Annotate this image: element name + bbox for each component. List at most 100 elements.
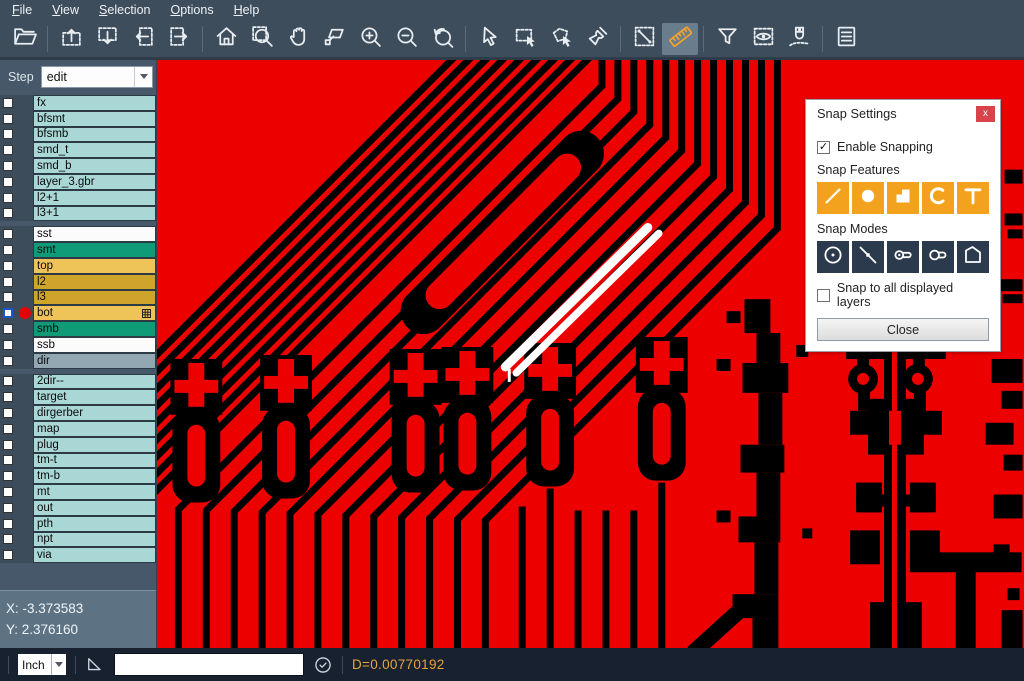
- layer-name[interactable]: dir: [33, 353, 156, 369]
- ruler-button[interactable]: [662, 23, 698, 55]
- layer-name[interactable]: bot: [33, 305, 156, 321]
- layer-name[interactable]: smd_b: [33, 158, 156, 174]
- layer-name[interactable]: smt: [33, 242, 156, 258]
- layer-row-dir[interactable]: dir: [0, 353, 156, 369]
- layer-name[interactable]: fx: [33, 95, 156, 111]
- angle-measure-icon[interactable]: [85, 655, 105, 675]
- layer-row-map[interactable]: map: [0, 421, 156, 437]
- layer-name[interactable]: target: [33, 389, 156, 405]
- layer-name[interactable]: tm-b: [33, 468, 156, 484]
- shift-view-left-button[interactable]: [125, 23, 161, 55]
- layer-name[interactable]: sst: [33, 226, 156, 242]
- layer-row-smd_b[interactable]: smd_b: [0, 158, 156, 174]
- layer-visibility-checkbox[interactable]: [3, 245, 13, 255]
- layer-row-2dir--[interactable]: 2dir--: [0, 374, 156, 390]
- layer-visibility-checkbox[interactable]: [3, 392, 13, 402]
- layer-visibility-checkbox[interactable]: [3, 440, 13, 450]
- layer-row-target[interactable]: target: [0, 389, 156, 405]
- layer-row-smt[interactable]: smt: [0, 242, 156, 258]
- layer-visibility-checkbox[interactable]: [3, 145, 13, 155]
- layer-name[interactable]: bfsmt: [33, 111, 156, 127]
- layer-visibility-checkbox[interactable]: [3, 455, 13, 465]
- layer-visibility-checkbox[interactable]: [3, 292, 13, 302]
- layer-name[interactable]: npt: [33, 532, 156, 548]
- filter-button[interactable]: [709, 23, 745, 55]
- snap-obround-button[interactable]: [887, 241, 919, 273]
- pan-hand-button[interactable]: [280, 23, 316, 55]
- layer-row-smd_t[interactable]: smd_t: [0, 142, 156, 158]
- layer-visibility-checkbox[interactable]: [3, 161, 13, 171]
- layer-name[interactable]: map: [33, 421, 156, 437]
- layer-visibility-checkbox[interactable]: [3, 534, 13, 544]
- layer-row-layer_3.gbr[interactable]: layer_3.gbr: [0, 174, 156, 190]
- layer-row-via[interactable]: via: [0, 547, 156, 563]
- snap-rounded-button[interactable]: [922, 241, 954, 273]
- layer-row-npt[interactable]: npt: [0, 532, 156, 548]
- layer-visibility-checkbox[interactable]: [3, 208, 13, 218]
- chevron-down-icon[interactable]: [51, 654, 66, 675]
- layer-visibility-checkbox[interactable]: [3, 424, 13, 434]
- layer-row-l2[interactable]: l2: [0, 274, 156, 290]
- layer-row-l3[interactable]: l3: [0, 290, 156, 306]
- snap-text-button[interactable]: [957, 182, 989, 214]
- close-button[interactable]: Close: [817, 318, 989, 341]
- confirm-check-icon[interactable]: [313, 655, 333, 675]
- layer-visibility-checkbox[interactable]: [3, 471, 13, 481]
- layer-name[interactable]: mt: [33, 484, 156, 500]
- snap-circle-button[interactable]: [852, 182, 884, 214]
- select-rectangle-button[interactable]: [507, 23, 543, 55]
- report-button[interactable]: [828, 23, 864, 55]
- cleanup-brush-button[interactable]: [579, 23, 615, 55]
- layer-visibility-checkbox[interactable]: [3, 193, 13, 203]
- layer-row-l3+1[interactable]: l3+1: [0, 206, 156, 222]
- layer-name[interactable]: plug: [33, 437, 156, 453]
- layer-row-smb[interactable]: smb: [0, 321, 156, 337]
- layer-row-fx[interactable]: fx: [0, 95, 156, 111]
- snap-polygon-button[interactable]: [957, 241, 989, 273]
- layer-visibility-checkbox[interactable]: [3, 129, 13, 139]
- layer-visibility-checkbox[interactable]: [3, 519, 13, 529]
- menu-options[interactable]: Options: [160, 3, 223, 17]
- enable-snapping-checkbox[interactable]: ✓: [817, 141, 830, 154]
- home-view-button[interactable]: [208, 23, 244, 55]
- menu-file[interactable]: File: [2, 3, 42, 17]
- layer-name[interactable]: out: [33, 500, 156, 516]
- snap-surface-button[interactable]: [887, 182, 919, 214]
- layer-name[interactable]: bfsmb: [33, 127, 156, 143]
- snap-center-button[interactable]: [817, 241, 849, 273]
- layer-row-top[interactable]: top: [0, 258, 156, 274]
- snap-line-button[interactable]: [817, 182, 849, 214]
- zoom-out-button[interactable]: [388, 23, 424, 55]
- layer-visibility-checkbox[interactable]: [3, 340, 13, 350]
- layer-name[interactable]: top: [33, 258, 156, 274]
- layer-visibility-checkbox[interactable]: [3, 308, 13, 318]
- layer-name[interactable]: l2+1: [33, 190, 156, 206]
- snap-arc-button[interactable]: [922, 182, 954, 214]
- layer-name[interactable]: layer_3.gbr: [33, 174, 156, 190]
- layer-visibility-checkbox[interactable]: [3, 229, 13, 239]
- layer-visibility-checkbox[interactable]: [3, 277, 13, 287]
- layer-visibility-checkbox[interactable]: [3, 503, 13, 513]
- layer-row-bfsmt[interactable]: bfsmt: [0, 111, 156, 127]
- layer-visibility-checkbox[interactable]: [3, 98, 13, 108]
- layer-row-bfsmb[interactable]: bfsmb: [0, 127, 156, 143]
- layer-visibility-checkbox[interactable]: [3, 177, 13, 187]
- layer-row-tm-t[interactable]: tm-t: [0, 453, 156, 469]
- all-layers-checkbox[interactable]: [817, 289, 830, 302]
- shift-view-right-button[interactable]: [161, 23, 197, 55]
- layer-visibility-checkbox[interactable]: [3, 356, 13, 366]
- dialog-titlebar[interactable]: Snap Settings x: [806, 100, 1000, 127]
- layer-name[interactable]: 2dir--: [33, 374, 156, 390]
- menu-help[interactable]: Help: [224, 3, 270, 17]
- layer-name[interactable]: dirgerber: [33, 405, 156, 421]
- all-layers-row[interactable]: Snap to all displayed layers: [817, 281, 989, 309]
- shift-view-up-button[interactable]: [53, 23, 89, 55]
- layer-row-out[interactable]: out: [0, 500, 156, 516]
- select-pointer-button[interactable]: [471, 23, 507, 55]
- layer-row-bot[interactable]: bot: [0, 305, 156, 321]
- zoom-window-button[interactable]: [244, 23, 280, 55]
- layer-name[interactable]: l2: [33, 274, 156, 290]
- layer-row-l2+1[interactable]: l2+1: [0, 190, 156, 206]
- layer-visibility-checkbox[interactable]: [3, 376, 13, 386]
- zoom-in-button[interactable]: [352, 23, 388, 55]
